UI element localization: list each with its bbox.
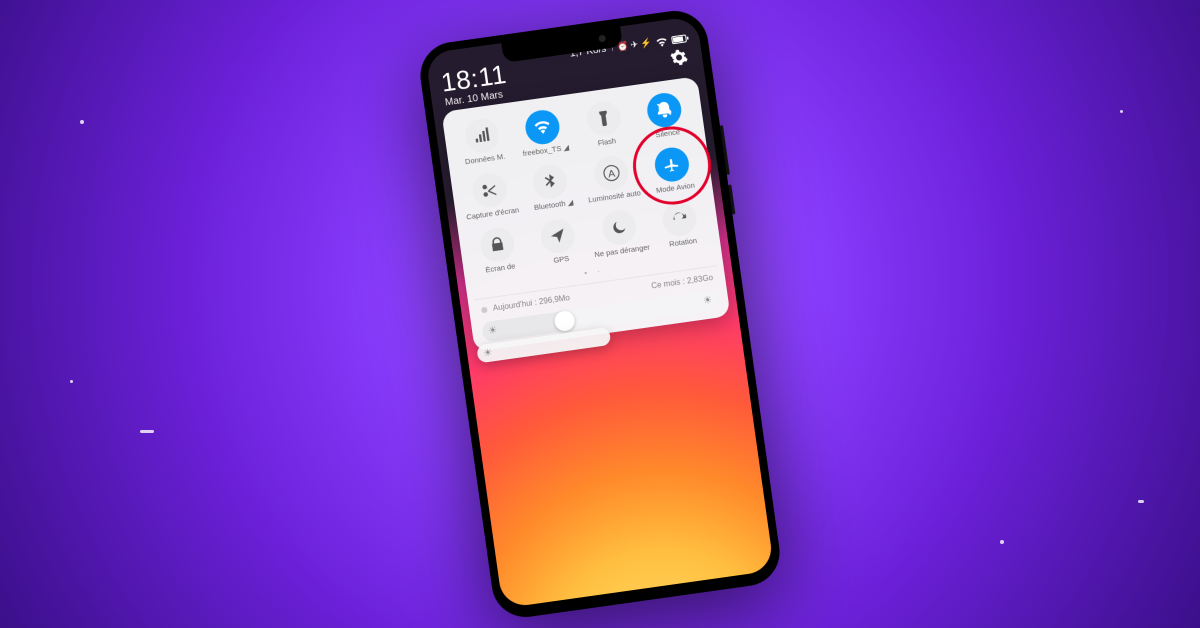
airplane-icon (653, 145, 691, 183)
qs-tile-label: freebox_TS ◢ (522, 144, 569, 158)
qs-tile-label: Flash (597, 137, 616, 147)
qs-tile-lockscreen[interactable]: Écran de (464, 221, 532, 278)
auto-bright-icon: A (592, 154, 630, 192)
dust-speck (140, 430, 154, 433)
qs-tile-screenshot[interactable]: Capture d'écran (456, 167, 524, 224)
bluetooth-icon (531, 162, 569, 200)
dust-speck (70, 380, 73, 383)
qs-tile-airplane[interactable]: Mode Avion (639, 141, 707, 198)
svg-text:A: A (607, 167, 616, 180)
scissors-icon (470, 171, 508, 209)
qs-tile-mobile-data[interactable]: Données M. (449, 113, 517, 170)
stage-background: 1,7 Ko/s ↑ ⏰ ✈ ⚡ 18:11 Mar. 10 Mars (0, 0, 1200, 628)
data-month-label: Ce mois (651, 277, 681, 290)
quick-settings-grid: Données M. freebox_TS ◢ Flash Silence Captur… (449, 87, 715, 278)
brightness-high-icon: ☀ (702, 294, 712, 306)
wifi-icon (655, 35, 668, 47)
brightness-thumb[interactable] (554, 309, 577, 332)
dust-speck (80, 120, 84, 124)
data-today-value: 296,9Mo (538, 293, 570, 306)
rotate-icon (661, 200, 699, 238)
qs-tile-label: Bluetooth ◢ (534, 199, 574, 212)
dust-speck (1138, 500, 1144, 503)
data-today-label: Aujourd'hui (492, 298, 533, 312)
power-button[interactable] (728, 184, 735, 214)
mute-icon (645, 91, 683, 129)
qs-tile-label: Données M. (465, 153, 506, 166)
qs-tile-label: Mode Avion (656, 181, 696, 194)
dust-speck (1120, 110, 1123, 113)
moon-icon (600, 208, 638, 246)
lock-icon (478, 225, 516, 263)
qs-tile-label: Luminosité auto (588, 189, 642, 204)
qs-tile-label: Capture d'écran (466, 206, 520, 221)
data-month-value: 2,83Go (686, 273, 713, 286)
qs-tile-rotation[interactable]: Rotation (647, 196, 715, 253)
location-icon (539, 217, 577, 255)
qs-tile-label: Ne pas déranger (594, 243, 650, 259)
wifi-icon (523, 108, 561, 146)
flashlight-icon (584, 99, 622, 137)
qs-tile-wifi[interactable]: freebox_TS ◢ (510, 104, 578, 161)
brightness-low-icon: ☀ (483, 347, 493, 359)
phone: 1,7 Ko/s ↑ ⏰ ✈ ⚡ 18:11 Mar. 10 Mars (416, 7, 784, 622)
qs-tile-silence[interactable]: Silence (631, 87, 699, 144)
qs-tile-gps[interactable]: GPS (525, 213, 593, 270)
quick-settings-panel: Données M. freebox_TS ◢ Flash Silence Captur… (441, 76, 730, 351)
qs-tile-label: Rotation (669, 237, 698, 249)
qs-tile-flash[interactable]: Flash (570, 96, 638, 153)
qs-tile-bluetooth[interactable]: Bluetooth ◢ (517, 158, 585, 215)
qs-tile-label: Silence (655, 128, 680, 139)
data-usage-dot-icon (481, 306, 488, 313)
qs-tile-label: Écran de (485, 262, 516, 274)
qs-tile-auto-bright[interactable]: A Luminosité auto (578, 150, 646, 207)
settings-icon[interactable] (669, 47, 689, 67)
brightness-low-icon: ☀ (488, 325, 498, 337)
phone-screen: 1,7 Ko/s ↑ ⏰ ✈ ⚡ 18:11 Mar. 10 Mars (425, 16, 774, 609)
qs-tile-dnd[interactable]: Ne pas déranger (586, 204, 654, 261)
battery-icon (671, 32, 690, 44)
signal-icon (463, 117, 501, 155)
volume-button[interactable] (720, 125, 730, 175)
qs-tile-label: GPS (553, 255, 570, 265)
dust-speck (1000, 540, 1004, 544)
